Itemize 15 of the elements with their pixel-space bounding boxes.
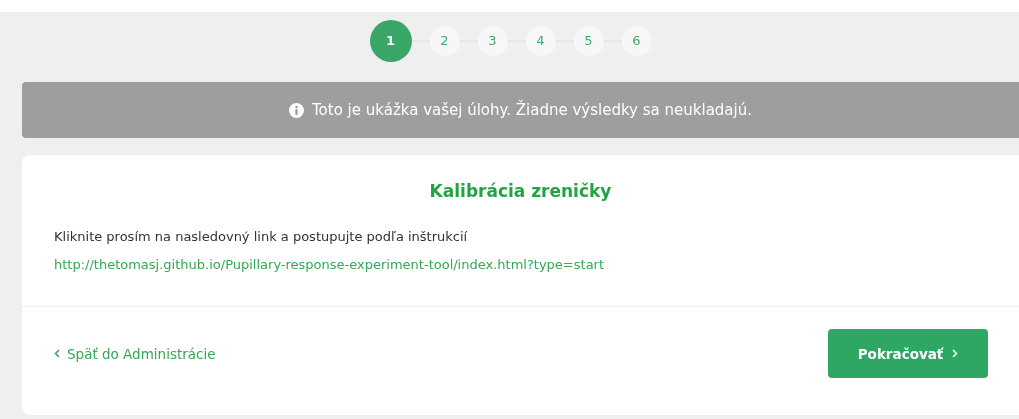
chevron-left-icon	[54, 349, 60, 359]
step-button[interactable]: 5	[573, 26, 604, 56]
step-button[interactable]: 3	[477, 26, 508, 56]
notice-text: Toto je ukážka vašej úlohy. Žiadne výsledky sa neukladajú.	[312, 99, 752, 121]
card-title: Kalibrácia zreničky	[429, 181, 612, 201]
experiment-link[interactable]: http://thetomasj.github.io/Pupillary-response-experiment-tool/index.html?type=start	[54, 256, 605, 272]
step-button[interactable]: 6	[621, 26, 652, 56]
instruction-text: Kliknite prosím na nasledovný link a postupujte podľa inštrukcií	[54, 229, 468, 245]
back-link[interactable]: Späť do Administrácie	[54, 343, 216, 364]
continue-button[interactable]: Pokračovať	[828, 329, 988, 379]
step-button[interactable]: 2	[429, 26, 460, 56]
step-button[interactable]: 1	[369, 20, 412, 62]
chevron-right-icon	[952, 349, 959, 359]
info-icon	[289, 102, 304, 118]
step-button[interactable]: 4	[525, 26, 556, 56]
